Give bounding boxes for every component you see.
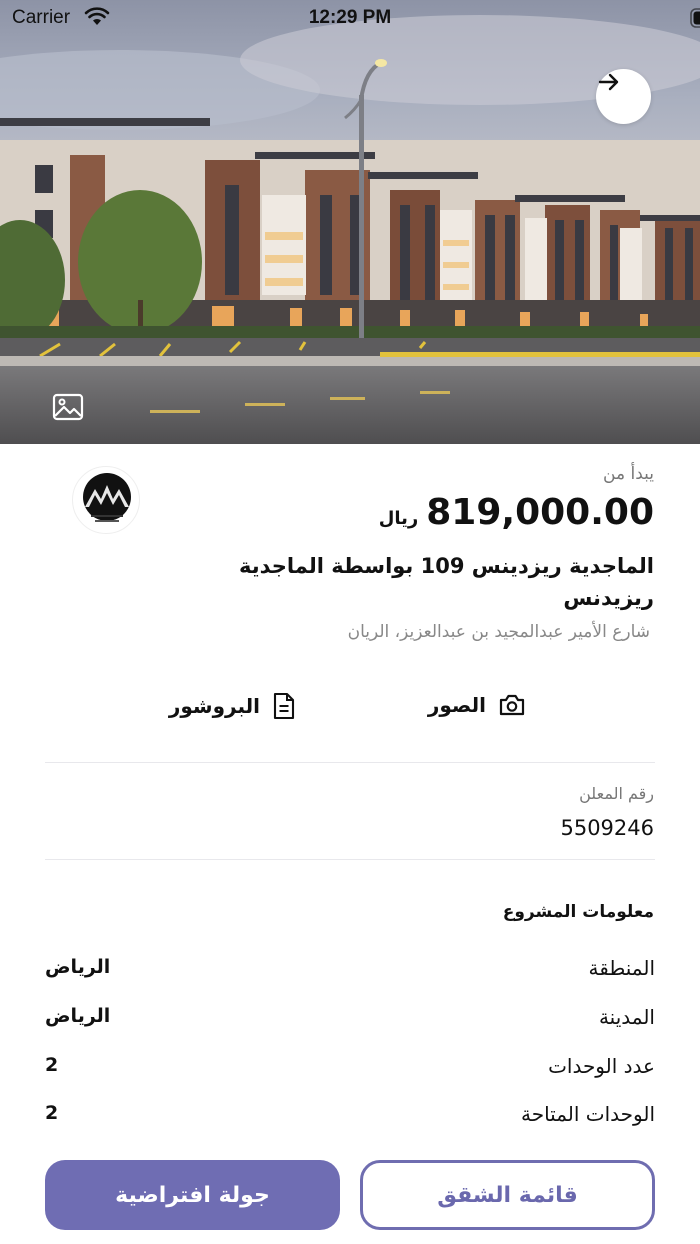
brochure-label: البروشور (168, 694, 260, 718)
info-value: الرياض (45, 956, 111, 978)
divider (45, 859, 655, 860)
project-title: الماجدية ريزدينس 109 بواسطة الماجدية ريز… (238, 554, 654, 610)
camera-icon (499, 694, 525, 716)
info-row-units-count: عدد الوحدات 2 (45, 1054, 655, 1084)
photos-button[interactable]: الصور (428, 692, 526, 718)
price-row: 819,000.00 ريال (379, 492, 654, 533)
price-label: يبدأ من (603, 464, 654, 484)
document-icon (273, 692, 295, 720)
info-row-region: المنطقة الرياض (45, 956, 655, 986)
divider (45, 762, 655, 763)
price-value: 819,000.00 (426, 492, 654, 533)
photos-label: الصور (427, 693, 486, 717)
project-info-title: معلومات المشروع (502, 902, 654, 922)
building-photo (0, 15, 700, 444)
hero-image: Carrier 12:29 PM (0, 0, 700, 444)
advertiser-label: رقم المعلن (579, 784, 654, 803)
info-key: عدد الوحدات (548, 1054, 655, 1078)
brochure-button[interactable]: البروشور (169, 692, 296, 720)
info-key: المدينة (598, 1005, 655, 1029)
info-key: المنطقة (588, 956, 656, 980)
price-currency: ريال (378, 508, 419, 529)
info-row-city: المدينة الرياض (45, 1005, 655, 1035)
clock: 12:29 PM (308, 7, 392, 28)
project-details: يبدأ من 819,000.00 ريال الماجدية ريزدينس… (0, 444, 700, 1244)
status-bar: Carrier 12:29 PM (0, 0, 700, 36)
project-address: شارع الأمير عبدالمجيد بن عبدالعزيز، الري… (347, 622, 650, 642)
advertiser-number: 5509246 (560, 816, 654, 840)
apartments-list-button[interactable]: قائمة الشقق (360, 1160, 655, 1230)
info-value: 2 (45, 1102, 59, 1124)
forward-button[interactable] (596, 69, 651, 124)
image-icon (52, 393, 84, 421)
action-bar: الصور البروشور (0, 682, 700, 732)
info-value: 2 (45, 1054, 59, 1076)
virtual-tour-button[interactable]: جولة افتراضية (45, 1160, 340, 1230)
info-row-available-units: الوحدات المتاحة 2 (45, 1102, 655, 1132)
info-value: الرياض (45, 1005, 111, 1027)
developer-logo (72, 466, 140, 534)
info-key: الوحدات المتاحة (520, 1102, 655, 1126)
arrow-right-icon (598, 73, 619, 91)
